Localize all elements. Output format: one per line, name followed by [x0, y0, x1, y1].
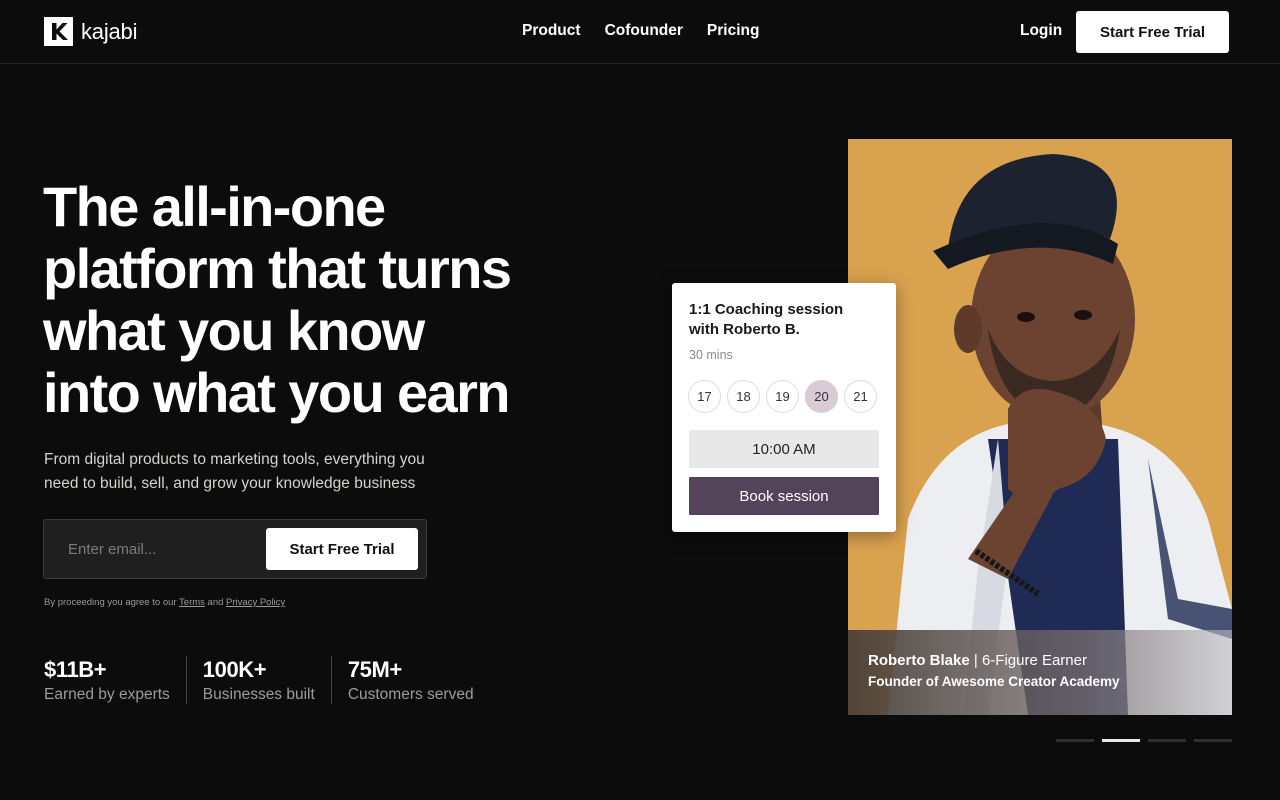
testimonial-caption: Roberto Blake | 6-Figure Earner Founder …: [848, 630, 1232, 715]
legal-and: and: [207, 597, 224, 608]
testimonial-name-line: Roberto Blake | 6-Figure Earner: [868, 652, 1232, 669]
main-nav: Product Cofounder Pricing: [522, 22, 759, 40]
stats-row: $11B+ Earned by experts 100K+ Businesses…: [44, 656, 490, 704]
hero-subtitle: From digital products to marketing tools…: [44, 448, 474, 496]
stat-value: $11B+: [44, 657, 107, 682]
legal-prefix: By proceeding you agree to our: [44, 597, 177, 608]
terms-link[interactable]: Terms: [179, 597, 205, 608]
date-picker: 17 18 19 20 21: [688, 380, 877, 413]
stat-label: Businesses built: [202, 686, 315, 703]
booking-title-line: with Roberto B.: [689, 321, 800, 338]
carousel-dot-active[interactable]: [1102, 739, 1140, 742]
hero-title: The all-in-one platform that turns what …: [43, 176, 563, 424]
email-input[interactable]: [44, 520, 264, 578]
testimonial-photo: Roberto Blake | 6-Figure Earner Founder …: [848, 139, 1232, 715]
testimonial-separator: |: [969, 652, 982, 669]
creator-portrait-illustration: [848, 139, 1232, 715]
stat-businesses: 100K+ Businesses built: [185, 656, 331, 704]
testimonial-title: 6-Figure Earner: [981, 652, 1087, 669]
stat-value: 100K+: [202, 657, 267, 682]
legal-notice: By proceeding you agree to our Terms and…: [44, 597, 285, 608]
nav-product[interactable]: Product: [522, 22, 581, 40]
hero-start-free-trial-button[interactable]: Start Free Trial: [266, 528, 418, 570]
date-option[interactable]: 21: [844, 380, 877, 413]
kajabi-logo[interactable]: kajabi: [44, 17, 137, 46]
header-start-free-trial-button[interactable]: Start Free Trial: [1076, 11, 1229, 53]
hero-title-line: platform that turns: [43, 237, 512, 300]
nav-cofounder[interactable]: Cofounder: [605, 22, 683, 40]
testimonial-role: Founder of Awesome Creator Academy: [868, 674, 1120, 689]
hero-title-line: into what you earn: [43, 361, 511, 424]
hero-subtitle-line: From digital products to marketing tools…: [44, 451, 425, 468]
date-option[interactable]: 18: [727, 380, 760, 413]
date-option-selected[interactable]: 20: [805, 380, 838, 413]
booking-widget: 1:1 Coaching session with Roberto B. 30 …: [672, 283, 896, 532]
stat-label: Customers served: [347, 686, 474, 703]
hero-subtitle-line: need to build, sell, and grow your knowl…: [44, 475, 416, 492]
booking-title-line: 1:1 Coaching session: [689, 301, 844, 318]
site-header: kajabi Product Cofounder Pricing Login S…: [0, 0, 1280, 64]
kajabi-k-logo-icon: [44, 17, 73, 46]
carousel-dot[interactable]: [1194, 739, 1232, 742]
nav-pricing[interactable]: Pricing: [707, 22, 760, 40]
booking-duration: 30 mins: [689, 348, 733, 362]
stat-earned: $11B+ Earned by experts: [44, 656, 186, 704]
hero-title-line: The all-in-one: [43, 175, 386, 238]
hero-title-line: what you know: [43, 299, 425, 362]
carousel-pager: [1056, 739, 1232, 742]
stat-label: Earned by experts: [44, 686, 170, 703]
time-slot[interactable]: 10:00 AM: [689, 430, 879, 468]
login-link[interactable]: Login: [1020, 22, 1062, 40]
date-option[interactable]: 19: [766, 380, 799, 413]
book-session-button[interactable]: Book session: [689, 477, 879, 515]
booking-title: 1:1 Coaching session with Roberto B.: [689, 300, 879, 340]
date-option[interactable]: 17: [688, 380, 721, 413]
privacy-policy-link[interactable]: Privacy Policy: [226, 597, 285, 608]
carousel-dot[interactable]: [1056, 739, 1094, 742]
email-signup-form: Start Free Trial: [43, 519, 427, 579]
logo-wordmark: kajabi: [81, 18, 138, 44]
testimonial-name: Roberto Blake: [868, 652, 970, 669]
stat-customers: 75M+ Customers served: [330, 656, 490, 704]
stat-value: 75M+: [347, 657, 402, 682]
carousel-dot[interactable]: [1148, 739, 1186, 742]
